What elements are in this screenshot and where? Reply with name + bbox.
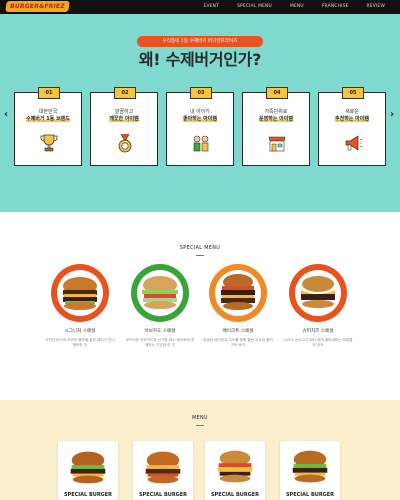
card-number: 03 [190, 87, 212, 99]
menu-item-name: SPECIAL BURGER [138, 492, 188, 498]
menu-item-name: SPECIAL BURGER [210, 492, 260, 498]
card-line2: 추천하는 아이템 [335, 116, 369, 122]
special-item-desc: 자연산 버섯과 치즈와 불맛을 살린 패티가 만나 행복한 맛 [45, 338, 115, 347]
burger-image [292, 450, 328, 483]
nav-item-event[interactable]: EVENT [195, 0, 229, 14]
kids-icon [193, 135, 209, 152]
reason-card: 03 내 아이가 좋아하는 아이템 [166, 87, 234, 166]
nav-item-special-menu[interactable]: SPECIAL MENU [228, 0, 281, 14]
reason-cards: 01 대한민국 수제버거 1등 브랜드 02 깔끔하고 깨끗한 아이템 03 내… [14, 87, 386, 166]
reason-card: 01 대한민국 수제버거 1등 브랜드 [14, 87, 82, 166]
menu-title: MENU [192, 416, 208, 421]
medal-icon [118, 133, 132, 153]
hero-headline-text: 왜! 수제버거인가? [138, 50, 262, 69]
card-line1: 새로운 [345, 109, 359, 115]
special-menu-title: SPECIAL MENU [179, 246, 221, 251]
burger-image [70, 451, 106, 484]
menu-item-name: SPECIAL BURGER [285, 492, 335, 498]
special-item-image[interactable] [289, 264, 347, 322]
special-item-name: 시그니처 스페셜 [64, 329, 96, 334]
special-item-image[interactable] [209, 264, 267, 322]
brand-logo[interactable]: BURGER&FRIEZ [5, 1, 70, 12]
card-number: 02 [114, 87, 136, 99]
trophy-icon [40, 134, 58, 152]
reason-card: 04 가족단위로 운영하는 아이템 [242, 87, 310, 166]
card-line2: 수제버거 1등 브랜드 [26, 116, 70, 122]
card-number: 05 [342, 87, 364, 99]
menu-item-card[interactable]: SPECIAL BURGER [133, 441, 193, 500]
card-line2: 좋아하는 아이템 [183, 116, 217, 122]
special-item-name: 슈퍼치즈 스페셜 [302, 329, 334, 334]
special-item-desc: 촉촉한 베이컨과 치즈를 듬뿍 올린 고소한 풍미 가득 버거 [203, 338, 273, 347]
card-line2: 운영하는 아이템 [259, 116, 293, 122]
special-item-name: 베이크트 스페셜 [222, 329, 254, 334]
hero-tagline: 우리동네 1등 수제버거 버거앤프라이즈 [137, 36, 263, 47]
menu-item-card[interactable]: SPECIAL BURGER [280, 441, 340, 500]
card-line1: 가족단위로 [264, 109, 288, 115]
megaphone-icon [345, 135, 363, 151]
card-line1: 깔끔하고 [114, 109, 134, 115]
nav-item-franchise[interactable]: FRANCHISE [313, 0, 358, 14]
reason-card: 05 새로운 추천하는 아이템 [318, 87, 386, 166]
special-item-image[interactable] [51, 264, 109, 322]
card-line1: 대한민국 [38, 109, 58, 115]
reason-card: 02 깔끔하고 깨끗한 아이템 [90, 87, 158, 166]
special-item-desc: 100% 순소고기 패티 위에 흘러내리는 모짜렐라 치즈 [283, 338, 353, 347]
burger-image [145, 451, 181, 484]
nav-item-review[interactable]: REVIEW [358, 0, 394, 14]
special-item-name: 아보카도 스페셜 [144, 329, 176, 334]
title-underline [196, 255, 204, 256]
special-item-desc: 부드러운 아보카도와 신선한 채소 토마토와 함께하는 건강한 한 끼 [125, 338, 195, 347]
store-icon [268, 136, 286, 152]
burger-image [217, 450, 253, 483]
card-line1: 내 아이가 [190, 109, 210, 115]
hero-headline: 왜! 수제버거인가? [0, 50, 400, 70]
card-number: 04 [266, 87, 288, 99]
card-number: 01 [38, 87, 60, 99]
menu-item-card[interactable]: SPECIAL BURGER [58, 441, 118, 500]
nav-menu: EVENT SPECIAL MENU MENU FRANCHISE REVIEW [195, 0, 394, 14]
prev-arrow-icon[interactable]: ‹ [4, 110, 8, 120]
next-arrow-icon[interactable]: › [390, 110, 394, 120]
title-underline [196, 425, 204, 426]
top-nav: BURGER&FRIEZ EVENT SPECIAL MENU MENU FRA… [0, 0, 400, 14]
hero-section: 우리동네 1등 수제버거 버거앤프라이즈 왜! 수제버거인가? ‹ › 01 대… [0, 14, 400, 212]
special-item-image[interactable] [131, 264, 189, 322]
card-line2: 깨끗한 아이템 [109, 116, 139, 122]
menu-item-name: SPECIAL BURGER [63, 492, 113, 498]
nav-item-menu[interactable]: MENU [281, 0, 313, 14]
menu-item-card[interactable]: SPECIAL BURGER [205, 441, 265, 500]
